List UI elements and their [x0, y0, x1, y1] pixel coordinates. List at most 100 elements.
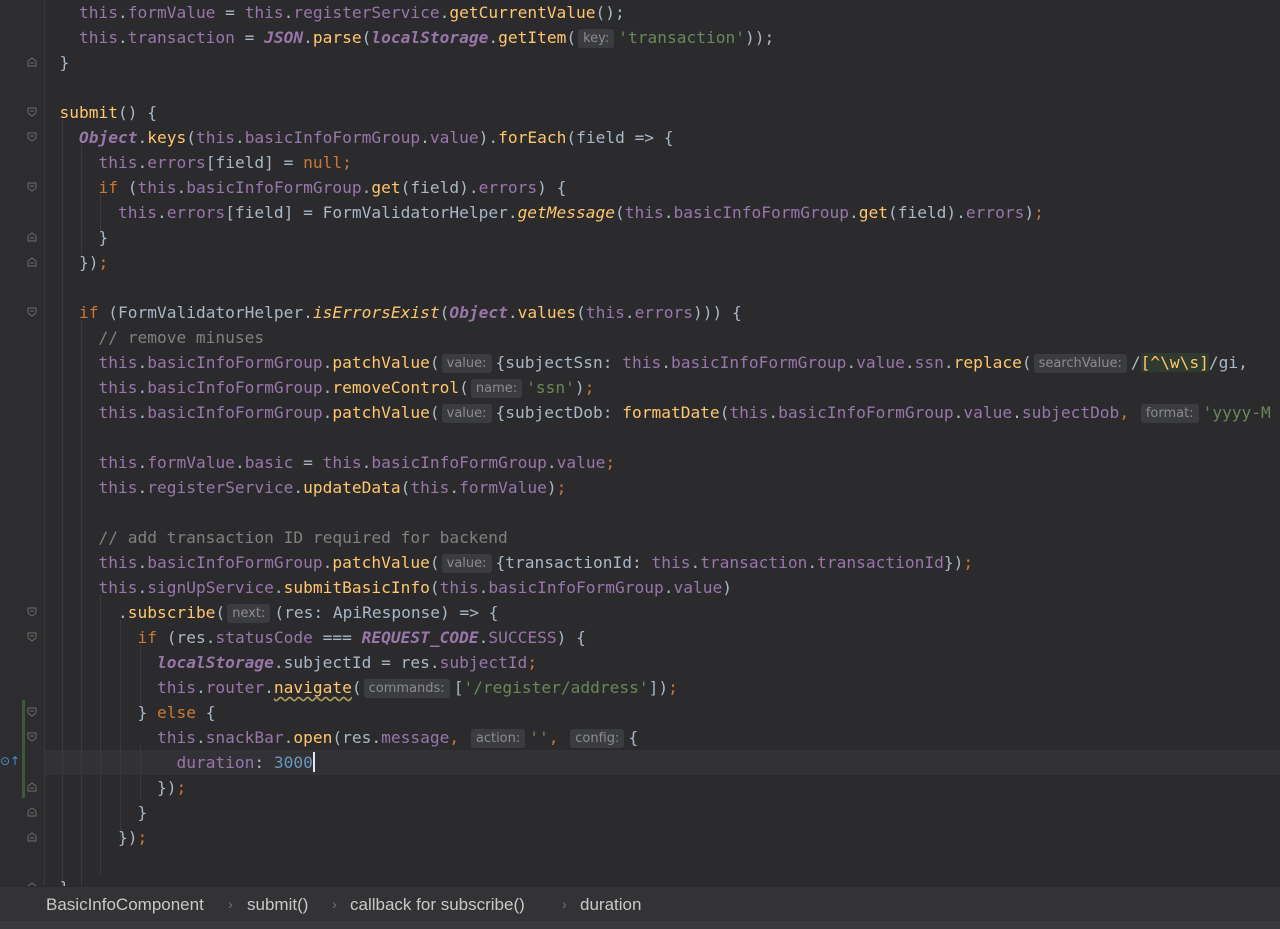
code-line[interactable]: this.transaction = JSON.parse(localStora…	[40, 25, 774, 50]
code-token: .	[195, 678, 206, 697]
fold-toggle-icon[interactable]	[26, 256, 38, 268]
fold-toggle-icon[interactable]	[26, 181, 38, 193]
code-token: if	[98, 178, 128, 197]
code-line[interactable]: duration: 3000	[40, 750, 315, 775]
text-caret	[312, 752, 315, 772]
fold-toggle-icon[interactable]	[26, 631, 38, 643]
code-line[interactable]: }	[40, 50, 69, 75]
code-token: subscribe	[127, 603, 216, 622]
code-token: (	[719, 403, 730, 422]
code-token: .	[807, 553, 818, 572]
code-line[interactable]: });	[40, 825, 147, 850]
fold-toggle-icon[interactable]	[26, 606, 38, 618]
code-line[interactable]: this.formValue = this.registerService.ge…	[40, 0, 625, 25]
code-line[interactable]: this.errors[field] = null;	[40, 150, 351, 175]
code-token: removeControl	[332, 378, 460, 397]
code-token: =	[234, 28, 265, 47]
code-line[interactable]: }	[40, 800, 147, 825]
code-token: updateData	[303, 478, 401, 497]
code-line[interactable]: if (FormValidatorHelper.isErrorsExist(Ob…	[40, 300, 742, 325]
implementation-marker-icon[interactable]: ⊙↑	[0, 754, 20, 768]
code-token: )	[546, 478, 557, 497]
code-token: this	[729, 403, 769, 422]
code-line[interactable]: // add transaction ID required for backe…	[40, 525, 507, 550]
fold-toggle-icon[interactable]	[26, 831, 38, 843]
code-token: .	[40, 603, 128, 622]
code-line[interactable]: localStorage.subjectId = res.subjectId;	[40, 650, 537, 675]
code-token: '/register/address'	[463, 678, 649, 697]
fold-toggle-icon[interactable]	[26, 806, 38, 818]
code-line[interactable]: this.snackBar.open(res.message, action: '…	[40, 725, 638, 750]
code-line[interactable]: .subscribe(next: (res: ApiResponse) => {	[40, 600, 499, 625]
vcs-change-marker[interactable]	[22, 700, 25, 798]
code-token: .	[546, 453, 557, 472]
code-line[interactable]: this.registerService.updateData(this.for…	[40, 475, 566, 500]
code-token: .	[953, 403, 964, 422]
code-line[interactable]: this.errors[field] = FormValidatorHelper…	[40, 200, 1044, 225]
code-line[interactable]: this.formValue.basic = this.basicInfoFor…	[40, 450, 615, 475]
code-token: ;	[176, 778, 187, 797]
fold-toggle-icon[interactable]	[26, 131, 38, 143]
code-token: registerService	[147, 478, 294, 497]
breadcrumb-item-property[interactable]: duration	[580, 887, 641, 922]
fold-toggle-icon[interactable]	[26, 706, 38, 718]
code-token: ).	[478, 128, 499, 147]
fold-toggle-icon[interactable]	[26, 781, 38, 793]
code-line[interactable]: });	[40, 775, 186, 800]
code-line[interactable]: }	[40, 225, 108, 250]
code-line[interactable]: this.router.navigate(commands: ['/registe…	[40, 675, 678, 700]
code-token: )	[1024, 203, 1035, 222]
code-token: navigate	[273, 678, 352, 697]
code-token: .	[904, 353, 915, 372]
code-token: errors	[965, 203, 1025, 222]
breadcrumb-item-method[interactable]: submit()	[247, 887, 308, 922]
code-token: replace	[953, 353, 1022, 372]
code-line[interactable]: if (res.statusCode === REQUEST_CODE.SUCC…	[40, 625, 585, 650]
code-token: [	[453, 678, 464, 697]
code-token: .	[137, 478, 148, 497]
code-line[interactable]: }	[40, 875, 69, 886]
code-token: basic	[244, 453, 294, 472]
fold-toggle-icon[interactable]	[26, 56, 38, 68]
fold-toggle-icon[interactable]	[26, 231, 38, 243]
code-line[interactable]: this.basicInfoFormGroup.patchValue(value…	[40, 550, 973, 575]
code-token: basicInfoFormGroup	[147, 353, 323, 372]
breadcrumb-separator-icon: ›	[228, 896, 233, 912]
code-token: else	[156, 703, 206, 722]
code-line[interactable]: if (this.basicInfoFormGroup.get(field).e…	[40, 175, 566, 200]
code-token: ;	[137, 828, 148, 847]
code-token: ;	[605, 453, 616, 472]
code-line[interactable]: // remove minuses	[40, 325, 264, 350]
code-token: }	[40, 703, 157, 722]
code-line[interactable]: this.basicInfoFormGroup.patchValue(value…	[40, 350, 1248, 375]
breadcrumb-item-class[interactable]: BasicInfoComponent	[46, 887, 204, 922]
code-token: ,	[548, 728, 569, 747]
parameter-hint: value:	[441, 554, 492, 573]
code-token: .	[156, 203, 167, 222]
code-token: .	[361, 178, 372, 197]
fold-toggle-icon[interactable]	[26, 106, 38, 118]
code-token: }	[40, 878, 69, 886]
code-line[interactable]: submit() {	[40, 100, 157, 125]
code-line[interactable]: Object.keys(this.basicInfoFormGroup.valu…	[40, 125, 674, 150]
code-line[interactable]: } else {	[40, 700, 215, 725]
code-token: (	[400, 478, 411, 497]
breadcrumb-item-callback[interactable]: callback for subscribe()	[350, 887, 525, 922]
code-line[interactable]: });	[40, 250, 108, 275]
code-line[interactable]: this.signUpService.submitBasicInfo(this.…	[40, 575, 732, 600]
code-line[interactable]: this.basicInfoFormGroup.removeControl(na…	[40, 375, 594, 400]
code-editor[interactable]: ⊙↑ this.formValue = this.registerService…	[0, 0, 1280, 886]
code-line[interactable]: this.basicInfoFormGroup.patchValue(value…	[40, 400, 1271, 425]
code-token: (	[361, 28, 372, 47]
code-token: localStorage	[156, 653, 274, 672]
code-token: 'transaction'	[618, 28, 745, 47]
code-token: this	[137, 178, 177, 197]
fold-toggle-icon[interactable]	[26, 306, 38, 318]
fold-toggle-icon[interactable]	[26, 731, 38, 743]
